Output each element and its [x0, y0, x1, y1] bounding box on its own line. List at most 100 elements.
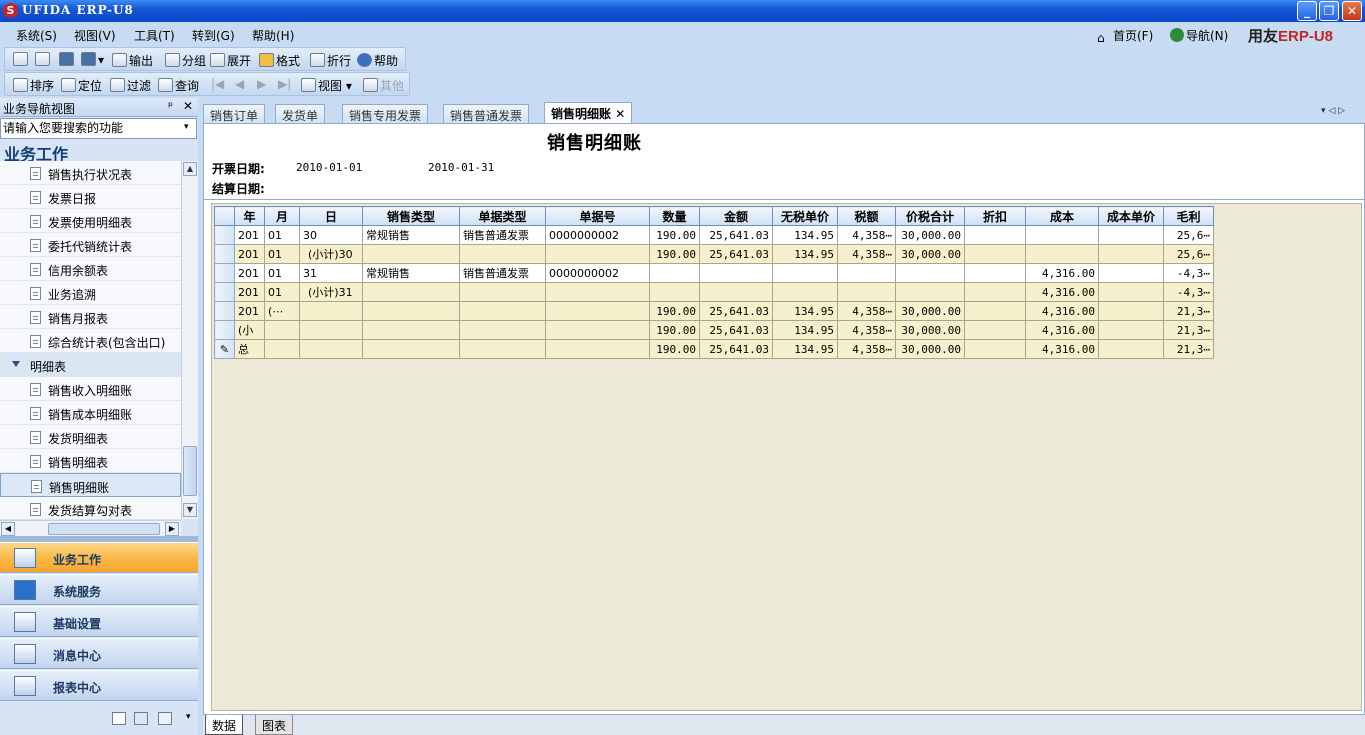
table-cell[interactable]: 25,6⋯: [1163, 244, 1214, 264]
column-header[interactable]: 月: [264, 206, 300, 226]
table-cell[interactable]: 4,316.00: [1025, 282, 1099, 302]
table-cell[interactable]: [964, 263, 1026, 283]
nav-item[interactable]: 信用余额表: [0, 257, 181, 281]
table-cell[interactable]: [362, 301, 460, 321]
column-header[interactable]: 单据号: [545, 206, 650, 226]
sort-button[interactable]: 排序: [13, 77, 54, 94]
column-header[interactable]: 成本单价: [1098, 206, 1164, 226]
table-cell[interactable]: [964, 282, 1026, 302]
table-row[interactable]: ✎ 总 190.00 25,641.03 134.95 4,358⋯ 30,000.00 4,…: [214, 339, 1214, 359]
nav-item[interactable]: 发票使用明细表: [0, 209, 181, 233]
restore-button[interactable]: ❐: [1319, 1, 1339, 21]
nav-item[interactable]: 销售月报表: [0, 305, 181, 329]
nav-item[interactable]: 综合统计表(包含出口): [0, 329, 181, 353]
table-cell[interactable]: 134.95: [772, 244, 838, 264]
first-record-button[interactable]: |◀: [211, 77, 224, 91]
table-cell[interactable]: 25,641.03: [699, 339, 773, 359]
table-cell[interactable]: [1098, 320, 1164, 340]
table-cell[interactable]: 4,316.00: [1025, 339, 1099, 359]
table-cell[interactable]: [649, 263, 700, 283]
table-cell[interactable]: (小计)30: [299, 244, 363, 264]
navigation-link[interactable]: 导航(N): [1170, 27, 1228, 44]
wrap-button[interactable]: 折行: [310, 52, 351, 69]
table-cell[interactable]: 25,641.03: [699, 225, 773, 245]
table-row[interactable]: 201 01 31 常规销售 销售普通发票 0000000002 4,316.00 -4,3⋯: [214, 263, 1214, 283]
print-button[interactable]: [13, 52, 30, 67]
table-cell[interactable]: [837, 263, 896, 283]
table-cell[interactable]: [362, 320, 460, 340]
table-cell[interactable]: 25,641.03: [699, 320, 773, 340]
table-cell[interactable]: [459, 339, 546, 359]
shortcut-icon[interactable]: [112, 712, 126, 725]
table-cell[interactable]: [1098, 225, 1164, 245]
table-cell[interactable]: [699, 282, 773, 302]
table-row[interactable]: 201 01 (小计)31 4,316.00 -4,3⋯: [214, 282, 1214, 302]
table-row[interactable]: 201 01 (小计)30 190.00 25,641.03 134.95 4,358⋯ 30…: [214, 244, 1214, 264]
table-cell[interactable]: 01: [264, 263, 300, 283]
table-cell[interactable]: 30,000.00: [895, 244, 965, 264]
table-cell[interactable]: [1025, 244, 1099, 264]
nav-item[interactable]: 销售明细表: [0, 449, 181, 473]
table-cell[interactable]: 0000000002: [545, 263, 650, 283]
table-cell[interactable]: [964, 320, 1026, 340]
scroll-down-icon[interactable]: ▼: [183, 503, 197, 517]
nav-item[interactable]: 发货明细表: [0, 425, 181, 449]
table-cell[interactable]: [264, 320, 300, 340]
table-cell[interactable]: [895, 263, 965, 283]
group-button[interactable]: 分组: [165, 52, 206, 69]
table-icon[interactable]: [134, 712, 148, 725]
expand-button[interactable]: 展开: [210, 52, 251, 69]
table-cell[interactable]: 4,316.00: [1025, 320, 1099, 340]
function-search-box[interactable]: ▾: [0, 118, 197, 139]
table-cell[interactable]: 01: [264, 244, 300, 264]
table-cell[interactable]: (小: [234, 320, 265, 340]
row-header[interactable]: [214, 282, 235, 302]
nav-item[interactable]: 发票日报: [0, 185, 181, 209]
table-cell[interactable]: 201: [234, 301, 265, 321]
column-header[interactable]: 销售类型: [362, 206, 460, 226]
table-cell[interactable]: [299, 301, 363, 321]
column-header[interactable]: 毛利: [1163, 206, 1214, 226]
table-cell[interactable]: 4,358⋯: [837, 301, 896, 321]
format-button[interactable]: 格式: [259, 52, 300, 69]
pin-icon[interactable]: ᵖ: [168, 99, 173, 113]
table-cell[interactable]: [1025, 225, 1099, 245]
table-cell[interactable]: 30,000.00: [895, 339, 965, 359]
table-cell[interactable]: 30,000.00: [895, 320, 965, 340]
last-record-button[interactable]: ▶|: [278, 77, 291, 91]
menu-goto[interactable]: 转到(G): [192, 27, 235, 44]
table-cell[interactable]: [299, 320, 363, 340]
tab-data[interactable]: 数据: [205, 715, 244, 735]
export-button[interactable]: 输出: [112, 52, 153, 69]
table-cell[interactable]: (⋯: [264, 301, 300, 321]
table-cell[interactable]: 190.00: [649, 244, 700, 264]
table-cell[interactable]: 01: [264, 282, 300, 302]
row-header-edit-icon[interactable]: ✎: [214, 339, 235, 359]
nav-item[interactable]: 销售收入明细账: [0, 377, 181, 401]
row-header[interactable]: [214, 320, 235, 340]
close-tab-icon[interactable]: ✕: [615, 107, 625, 121]
column-header[interactable]: 单据类型: [459, 206, 546, 226]
table-cell[interactable]: [459, 301, 546, 321]
table-cell[interactable]: 4,358⋯: [837, 244, 896, 264]
column-header[interactable]: 日: [299, 206, 363, 226]
table-cell[interactable]: 201: [234, 263, 265, 283]
row-header[interactable]: [214, 263, 235, 283]
table-cell[interactable]: [772, 263, 838, 283]
minimize-button[interactable]: _: [1297, 1, 1317, 21]
query-button[interactable]: 查询: [158, 77, 199, 94]
table-cell[interactable]: [299, 339, 363, 359]
row-header[interactable]: [214, 244, 235, 264]
table-cell[interactable]: [1098, 263, 1164, 283]
table-cell[interactable]: [545, 282, 650, 302]
table-cell[interactable]: [1098, 339, 1164, 359]
nav-group-detail[interactable]: 明细表: [0, 353, 181, 377]
filter-button[interactable]: 过滤: [110, 77, 151, 94]
other-button[interactable]: 其他: [363, 77, 404, 94]
prev-record-button[interactable]: ◀: [235, 77, 244, 91]
table-cell[interactable]: [1098, 282, 1164, 302]
nav-button-message-center[interactable]: 消息中心: [0, 638, 198, 669]
table-cell[interactable]: 30,000.00: [895, 225, 965, 245]
close-window-button[interactable]: ✕: [1342, 1, 1362, 21]
table-cell[interactable]: [545, 339, 650, 359]
